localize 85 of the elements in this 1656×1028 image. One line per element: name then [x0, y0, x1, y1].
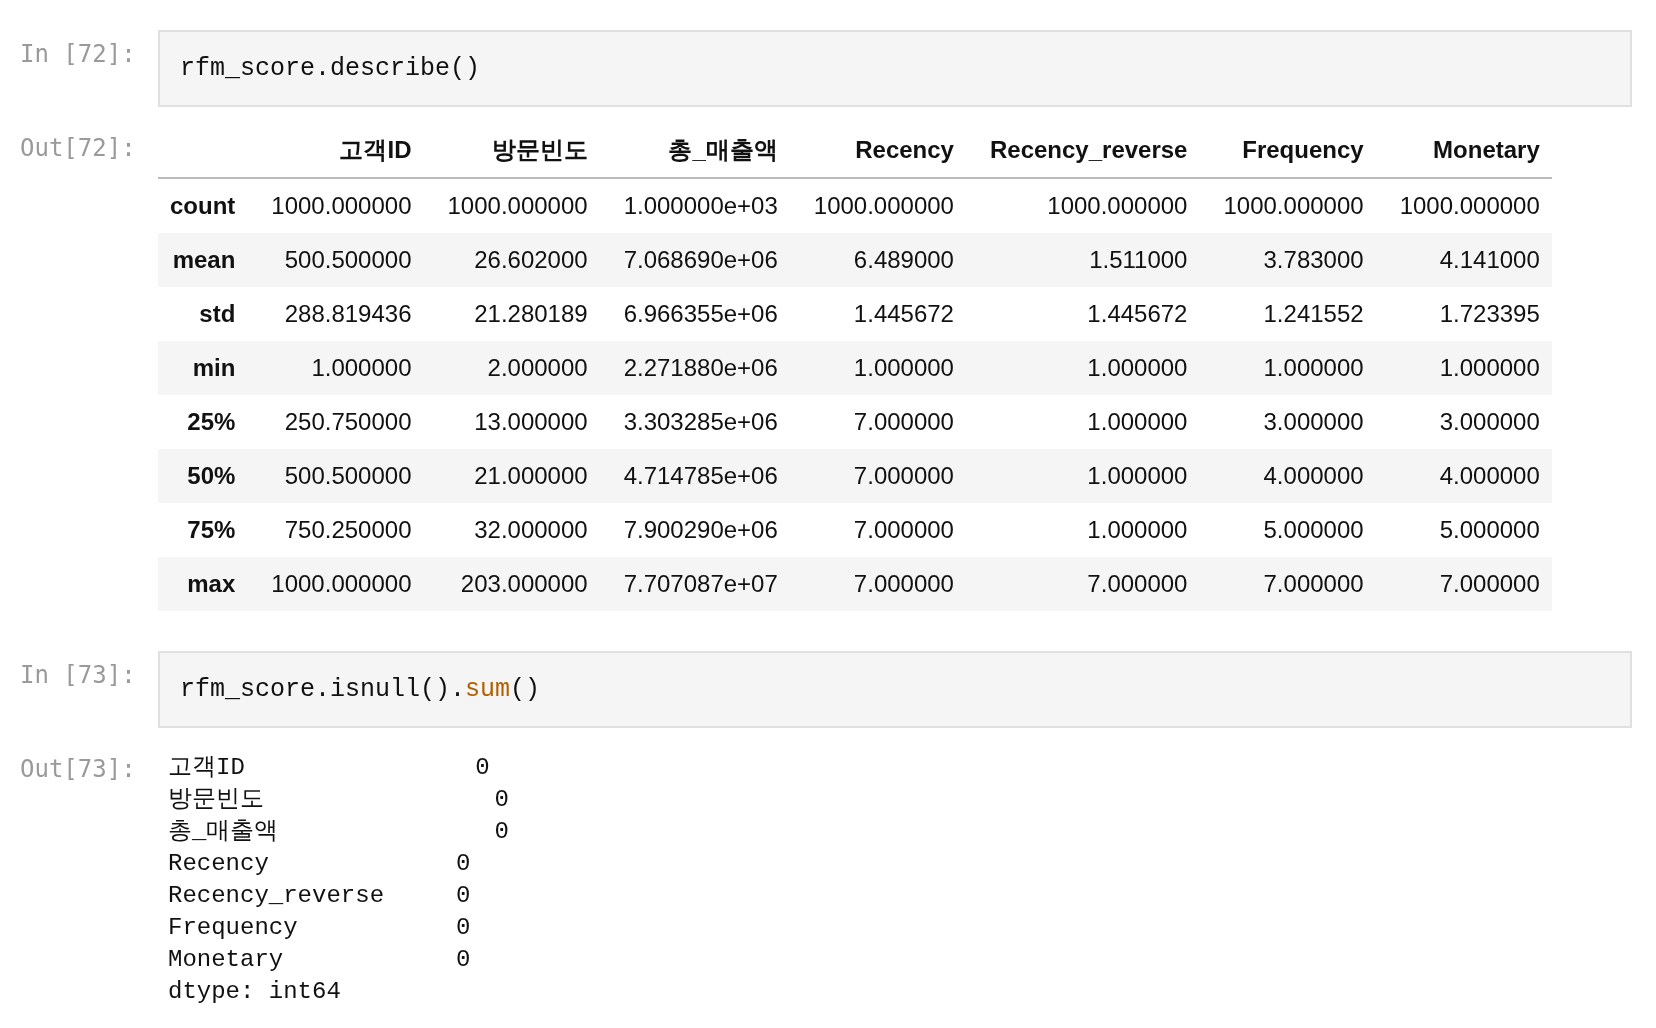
- table-cell: 3.000000: [1199, 395, 1376, 449]
- table-cell: 1.000000: [965, 503, 1200, 557]
- table-cell: 1000.000000: [247, 178, 424, 233]
- table-cell: 5.000000: [1199, 503, 1376, 557]
- column-header: Monetary: [1375, 123, 1552, 178]
- column-header: 총_매출액: [599, 123, 790, 178]
- table-cell: 3.783000: [1199, 233, 1376, 287]
- output-line: Monetary 0: [168, 945, 472, 975]
- table-cell: 7.000000: [789, 503, 966, 557]
- table-cell: 13.000000: [423, 395, 600, 449]
- table-cell: 1.000000: [789, 341, 966, 395]
- table-cell: 7.000000: [965, 557, 1200, 611]
- output-line: Recency 0: [168, 849, 472, 879]
- table-cell: 1000.000000: [247, 557, 424, 611]
- table-cell: 6.966355e+06: [599, 287, 790, 341]
- table-cell: 1.000000: [1375, 341, 1552, 395]
- row-header: max: [158, 557, 248, 611]
- table-cell: 4.000000: [1375, 449, 1552, 503]
- table-cell: 1.000000: [965, 395, 1200, 449]
- table-cell: 26.602000: [423, 233, 600, 287]
- table-cell: 2.271880e+06: [599, 341, 790, 395]
- table-cell: 500.500000: [247, 449, 424, 503]
- table-cell: 1.445672: [789, 287, 966, 341]
- table-cell: 6.489000: [789, 233, 966, 287]
- table-cell: 7.900290e+06: [599, 503, 790, 557]
- row-header: 50%: [158, 449, 248, 503]
- input-prompt: In [72]:: [20, 39, 137, 68]
- table-cell: 1.723395: [1375, 287, 1552, 341]
- code-cell[interactable]: rfm_score.isnull().sum(): [158, 651, 1632, 728]
- output-line: 총_매출액 0: [168, 817, 509, 847]
- table-cell: 21.280189: [423, 287, 600, 341]
- table-cell: 5.000000: [1375, 503, 1552, 557]
- table-cell: 1.241552: [1199, 287, 1376, 341]
- row-header: min: [158, 341, 248, 395]
- table-cell: 7.068690e+06: [599, 233, 790, 287]
- input-prompt: In [73]:: [20, 660, 137, 689]
- table-cell: 750.250000: [247, 503, 424, 557]
- table-cell: 1.000000: [247, 341, 424, 395]
- column-header: 방문빈도: [423, 123, 600, 178]
- table-cell: 1.000000: [965, 341, 1200, 395]
- table-cell: 1000.000000: [1199, 178, 1376, 233]
- row-header: std: [158, 287, 248, 341]
- table-cell: 32.000000: [423, 503, 600, 557]
- row-header: count: [158, 178, 248, 233]
- table-cell: 4.714785e+06: [599, 449, 790, 503]
- column-header: Recency_reverse: [965, 123, 1200, 178]
- table-cell: 203.000000: [423, 557, 600, 611]
- code-cell[interactable]: rfm_score.describe(): [158, 30, 1632, 107]
- table-cell: 7.707087e+07: [599, 557, 790, 611]
- table-cell: 7.000000: [789, 557, 966, 611]
- table-cell: 2.000000: [423, 341, 600, 395]
- table-cell: 1000.000000: [1375, 178, 1552, 233]
- table-cell: 7.000000: [1199, 557, 1376, 611]
- table-cell: 21.000000: [423, 449, 600, 503]
- table-cell: 7.000000: [1375, 557, 1552, 611]
- output-line: 방문빈도 0: [168, 785, 509, 815]
- table-cell: 1000.000000: [965, 178, 1200, 233]
- table-cell: 7.000000: [789, 395, 966, 449]
- table-cell: 250.750000: [247, 395, 424, 449]
- output-line: Frequency 0: [168, 913, 472, 943]
- table-cell: 7.000000: [789, 449, 966, 503]
- column-header: 고객ID: [247, 123, 424, 178]
- column-header: Recency: [789, 123, 966, 178]
- table-cell: 1.511000: [965, 233, 1200, 287]
- row-header: 25%: [158, 395, 248, 449]
- table-cell: 1.445672: [965, 287, 1200, 341]
- output-prompt: Out[73]:: [20, 754, 137, 783]
- table-cell: 3.303285e+06: [599, 395, 790, 449]
- table-cell: 4.000000: [1199, 449, 1376, 503]
- table-cell: 1000.000000: [423, 178, 600, 233]
- table-cell: 1.000000e+03: [599, 178, 790, 233]
- table-cell: 3.000000: [1375, 395, 1552, 449]
- output-line: 고객ID 0: [168, 753, 491, 783]
- output-prompt: Out[72]:: [20, 133, 137, 162]
- output-line: Recency_reverse 0: [168, 881, 472, 911]
- row-header: mean: [158, 233, 248, 287]
- table-cell: 4.141000: [1375, 233, 1552, 287]
- table-cell: 1.000000: [965, 449, 1200, 503]
- table-cell: 1000.000000: [789, 178, 966, 233]
- row-header: 75%: [158, 503, 248, 557]
- column-header: Frequency: [1199, 123, 1376, 178]
- table-cell: 1.000000: [1199, 341, 1376, 395]
- output-line: dtype: int64: [168, 977, 342, 1007]
- table-cell: 500.500000: [247, 233, 424, 287]
- table-cell: 288.819436: [247, 287, 424, 341]
